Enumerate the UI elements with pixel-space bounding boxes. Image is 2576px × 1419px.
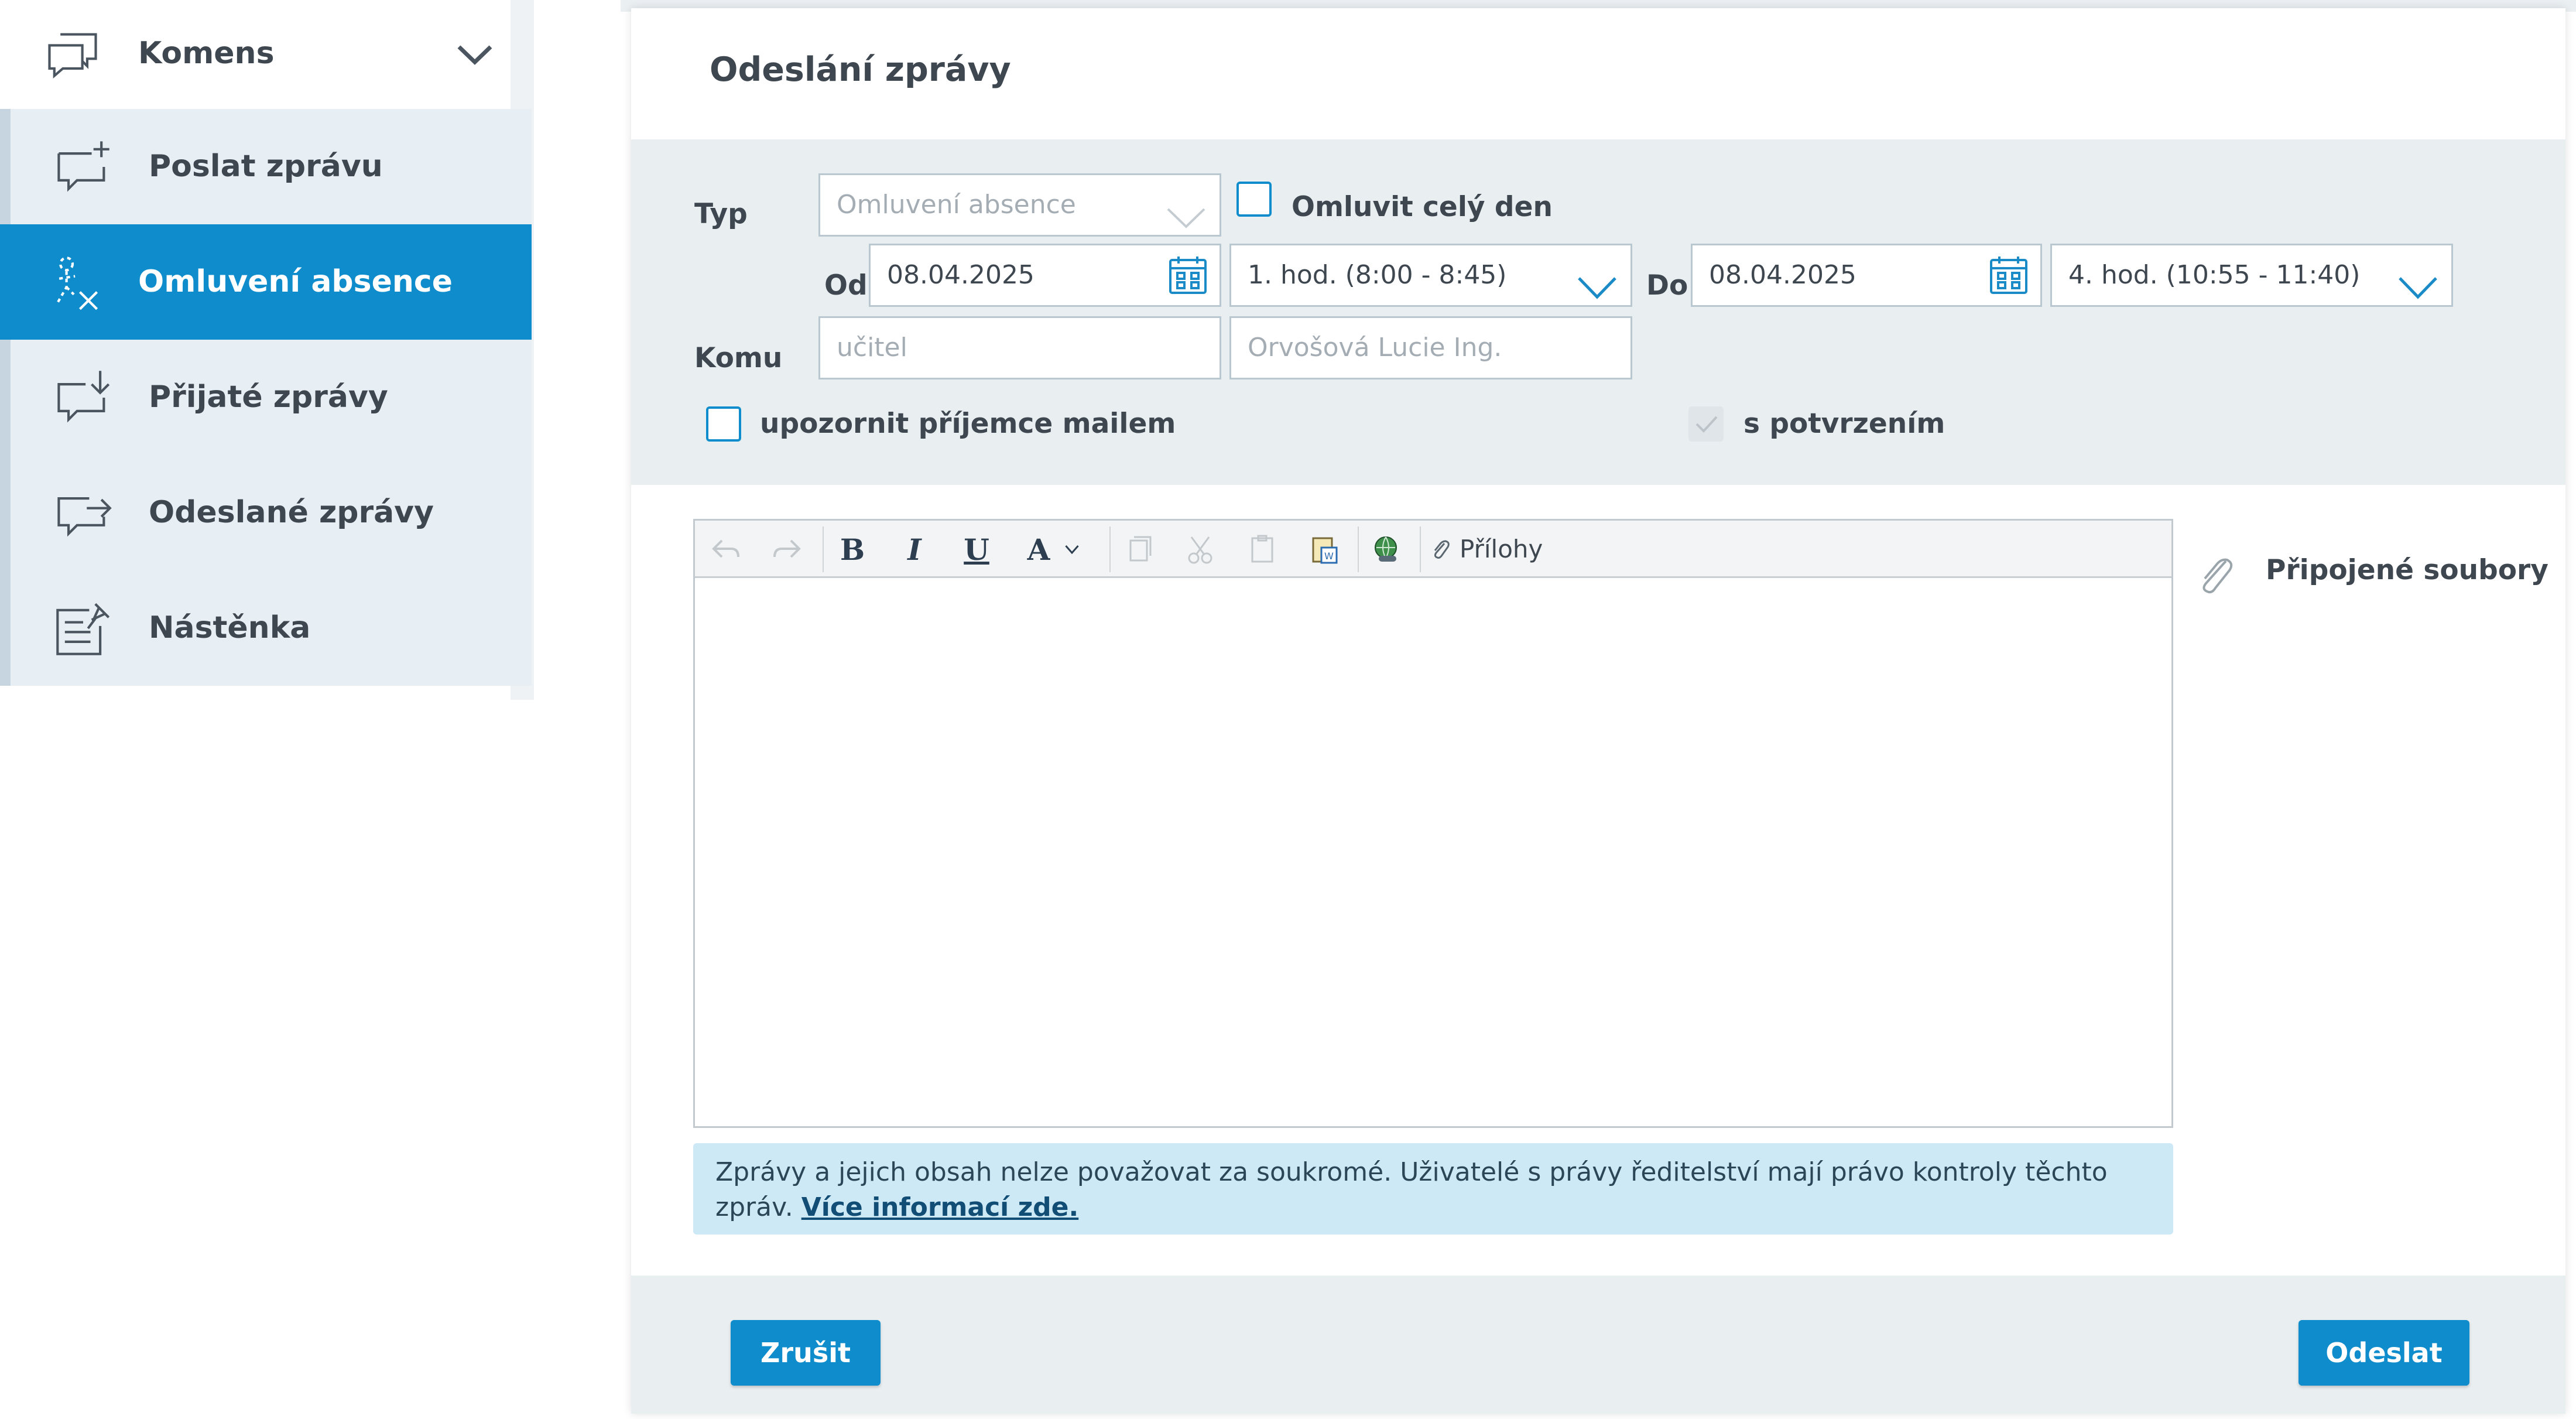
recipient-type-input[interactable]: učitel bbox=[818, 316, 1221, 379]
whole-day-label: Omluvit celý den bbox=[1292, 191, 1553, 223]
whole-day-checkbox[interactable] bbox=[1236, 182, 1272, 217]
sidebar-item-nastenka[interactable]: Nástěnka bbox=[0, 570, 532, 686]
send-button[interactable]: Odeslat bbox=[2298, 1320, 2469, 1386]
notify-email-checkbox[interactable] bbox=[706, 406, 741, 442]
editor-toolbar: B I U A W Přílohy bbox=[695, 521, 2171, 578]
recipient-name-input[interactable]: Orvošová Lucie Ing. bbox=[1229, 316, 1632, 379]
sidebar-item-prijate-zpravy[interactable]: Přijaté zprávy bbox=[0, 340, 532, 455]
cancel-button[interactable]: Zrušit bbox=[731, 1320, 881, 1386]
type-select-value: Omluvení absence bbox=[837, 190, 1076, 220]
to-lesson-select[interactable]: 4. hod. (10:55 - 11:40) bbox=[2050, 244, 2453, 307]
to-date-value: 08.04.2025 bbox=[1709, 260, 1856, 290]
confirm-label: s potvrzením bbox=[1743, 408, 1945, 440]
paperclip-icon[interactable] bbox=[1428, 529, 1454, 570]
type-label: Typ bbox=[694, 198, 748, 230]
from-lesson-select[interactable]: 1. hod. (8:00 - 8:45) bbox=[1229, 244, 1632, 307]
to-lesson-value: 4. hod. (10:55 - 11:40) bbox=[2068, 260, 2361, 290]
italic-button[interactable]: I bbox=[894, 529, 935, 570]
from-lesson-value: 1. hod. (8:00 - 8:45) bbox=[1248, 260, 1507, 290]
redo-icon[interactable] bbox=[766, 529, 807, 570]
undo-icon[interactable] bbox=[705, 529, 746, 570]
to-label: Do bbox=[1646, 269, 1688, 302]
chevron-down-icon[interactable] bbox=[1059, 529, 1085, 570]
chevron-down-icon bbox=[2397, 262, 2438, 299]
calendar-icon[interactable] bbox=[1167, 254, 1209, 296]
message-editor[interactable]: B I U A W Přílohy bbox=[693, 519, 2173, 1128]
sidebar-item-omluveni-absence[interactable]: Omluvení absence bbox=[0, 224, 532, 340]
from-label: Od bbox=[824, 269, 868, 302]
underline-button[interactable]: U bbox=[956, 529, 997, 570]
sidebar-section-komens[interactable]: Komens bbox=[0, 0, 509, 107]
to-date-input[interactable]: 08.04.2025 bbox=[1691, 244, 2042, 307]
sidebar-item-poslat-zpravu[interactable]: Poslat zprávu bbox=[0, 109, 532, 224]
from-date-input[interactable]: 08.04.2025 bbox=[869, 244, 1221, 307]
recipient-type-placeholder: učitel bbox=[837, 333, 907, 363]
cut-icon[interactable] bbox=[1180, 529, 1221, 570]
font-color-button[interactable]: A bbox=[1018, 529, 1059, 570]
sidebar-item-label: Poslat zprávu bbox=[149, 149, 383, 184]
attached-files-label: Připojené soubory bbox=[2266, 554, 2548, 586]
send-message-panel: Odeslání zprávy Typ Omluvení absence Oml… bbox=[631, 8, 2565, 1414]
chevron-down-icon[interactable] bbox=[454, 34, 495, 75]
message-sent-icon bbox=[53, 483, 114, 543]
sidebar-item-label: Omluvení absence bbox=[138, 264, 453, 299]
recipient-label: Komu bbox=[694, 342, 783, 374]
toolbar-separator bbox=[823, 526, 824, 572]
toolbar-separator bbox=[1109, 526, 1111, 572]
noticeboard-icon bbox=[53, 598, 114, 659]
sidebar-item-odeslane-zpravy[interactable]: Odeslané zprávy bbox=[0, 455, 532, 570]
absence-excuse-icon bbox=[42, 252, 103, 313]
form-footer: Zrušit Odeslat bbox=[631, 1276, 2565, 1414]
from-date-value: 08.04.2025 bbox=[887, 260, 1034, 290]
calendar-icon[interactable] bbox=[1988, 254, 2030, 296]
confirm-checkbox[interactable] bbox=[1688, 406, 1724, 442]
notify-email-label: upozornit příjemce mailem bbox=[760, 408, 1176, 440]
recipient-name-placeholder: Orvošová Lucie Ing. bbox=[1248, 333, 1502, 363]
chat-bubbles-icon bbox=[42, 23, 103, 84]
toolbar-separator bbox=[1358, 526, 1359, 572]
more-info-link[interactable]: Více informací zde. bbox=[801, 1192, 1079, 1222]
sidebar-item-label: Přijaté zprávy bbox=[149, 379, 388, 415]
message-plus-icon bbox=[53, 136, 114, 197]
chevron-down-icon bbox=[1577, 262, 1618, 299]
toolbar-separator bbox=[1420, 526, 1421, 572]
paperclip-icon bbox=[2193, 553, 2240, 600]
type-select[interactable]: Omluvení absence bbox=[818, 173, 1221, 237]
message-inbox-icon bbox=[53, 367, 114, 428]
sidebar-section-label: Komens bbox=[138, 36, 275, 71]
attachments-button[interactable]: Přílohy bbox=[1460, 521, 1543, 578]
privacy-notice: Zprávy a jejich obsah nelze považovat za… bbox=[693, 1143, 2173, 1235]
paste-icon[interactable] bbox=[1242, 529, 1283, 570]
svg-text:W: W bbox=[1324, 550, 1334, 562]
copy-icon[interactable] bbox=[1118, 529, 1159, 570]
sidebar-item-label: Odeslané zprávy bbox=[149, 495, 434, 530]
chevron-down-icon bbox=[1166, 192, 1207, 228]
message-form: Typ Omluvení absence Omluvit celý den Od… bbox=[631, 139, 2565, 485]
paste-from-word-icon[interactable]: W bbox=[1304, 529, 1345, 570]
link-globe-icon[interactable] bbox=[1366, 529, 1407, 570]
bold-button[interactable]: B bbox=[832, 529, 873, 570]
sidebar: Komens Poslat zprávu Omluvení absence Př… bbox=[0, 0, 534, 700]
sidebar-item-label: Nástěnka bbox=[149, 610, 311, 645]
page-title: Odeslání zprávy bbox=[710, 50, 1011, 89]
